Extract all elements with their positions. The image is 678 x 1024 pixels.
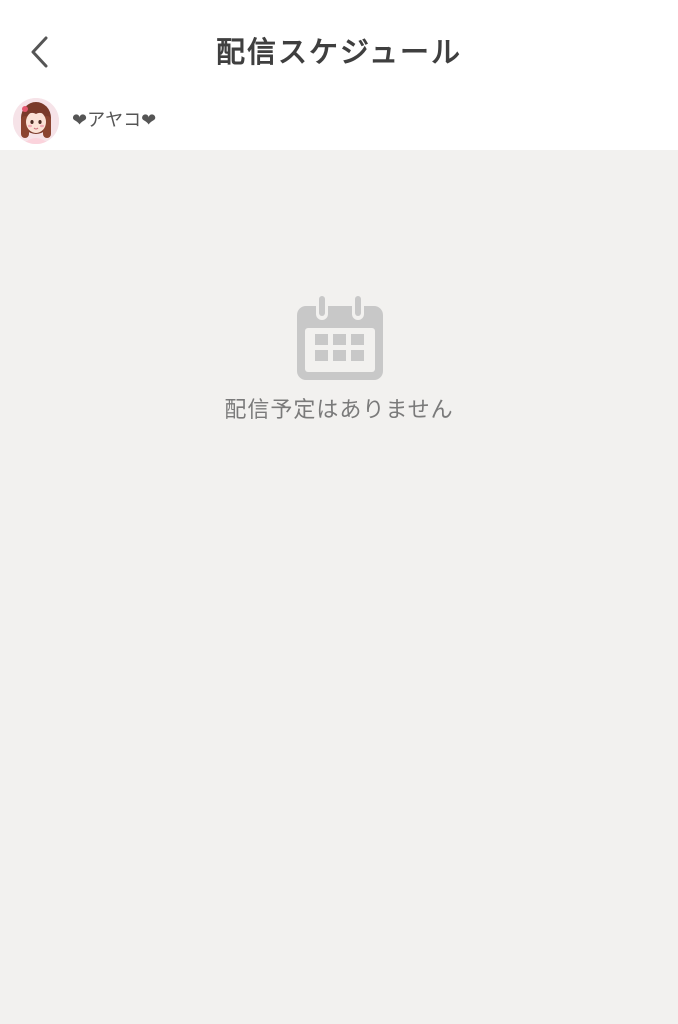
page-title: 配信スケジュール bbox=[216, 35, 462, 69]
app-screen: 配信スケジュール ❤アヤコ❤ 配信予定はありません bbox=[0, 0, 678, 1024]
empty-message: 配信予定はありません bbox=[224, 398, 454, 423]
calendar-icon bbox=[297, 294, 383, 380]
avatar[interactable] bbox=[13, 98, 59, 144]
user-name[interactable]: ❤アヤコ❤ bbox=[72, 107, 156, 135]
header-bar: 配信スケジュール bbox=[0, 0, 678, 104]
schedule-content: 配信予定はありません bbox=[0, 150, 678, 1024]
user-avatar-icon bbox=[13, 98, 59, 144]
user-row[interactable]: ❤アヤコ❤ bbox=[0, 93, 678, 150]
